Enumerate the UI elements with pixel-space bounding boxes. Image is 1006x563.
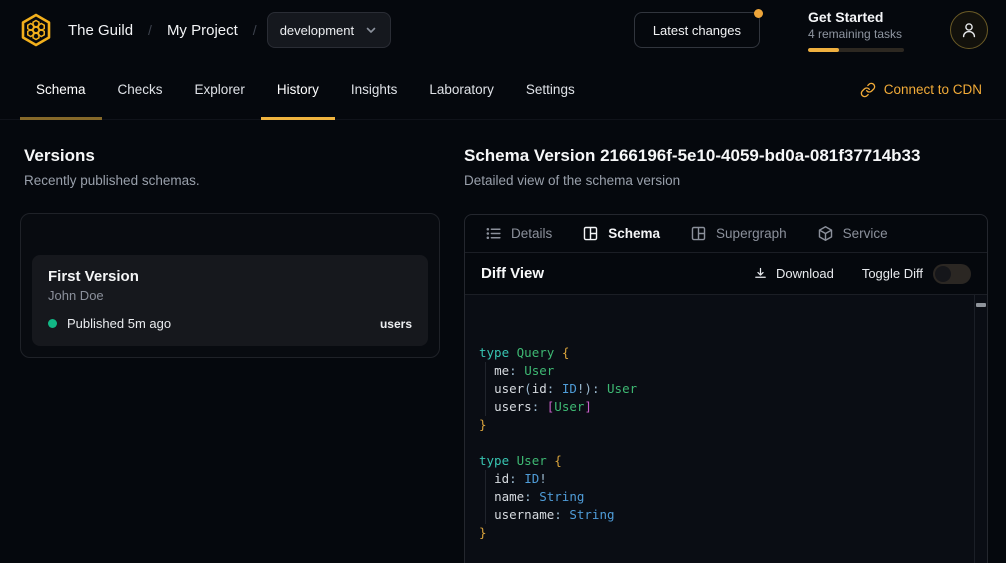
hive-logo-icon[interactable] <box>18 12 54 48</box>
columns-icon <box>582 225 599 242</box>
detail-tab-label: Service <box>843 226 888 241</box>
chevron-down-icon <box>364 23 378 37</box>
connect-to-cdn-label: Connect to CDN <box>884 82 982 97</box>
nav-tab-settings[interactable]: Settings <box>510 60 591 119</box>
diff-toolbar: Diff View Download Toggle Diff <box>465 253 987 295</box>
toggle-knob <box>935 266 951 282</box>
download-label: Download <box>776 266 834 281</box>
version-detail-title: Schema Version 2166196f-5e10-4059-bd0a-0… <box>464 146 988 166</box>
code-block: type Query { me: User user(id: ID!): Use… <box>479 344 957 542</box>
nav-tab-history[interactable]: History <box>261 60 335 119</box>
detail-tab-schema[interactable]: Schema <box>582 225 660 242</box>
target-selector-value: development <box>280 23 354 38</box>
version-status: Published 5m ago <box>67 316 171 331</box>
version-meta-row: Published 5m ago users <box>48 316 412 331</box>
download-icon <box>753 266 768 281</box>
cube-icon <box>817 225 834 242</box>
app-window: The Guild / My Project / development Lat… <box>0 0 1006 563</box>
detail-tab-label: Details <box>511 226 552 241</box>
detail-tab-label: Supergraph <box>716 226 787 241</box>
version-detail-panel: Details Schema <box>464 214 988 563</box>
schema-code-viewer: type Query { me: User user(id: ID!): Use… <box>465 295 987 563</box>
get-started-widget[interactable]: Get Started 4 remaining tasks <box>808 9 904 52</box>
published-status-dot <box>48 319 57 328</box>
get-started-progress-fill <box>808 48 839 52</box>
scrollbar-thumb[interactable] <box>976 303 986 307</box>
versions-subtitle: Recently published schemas. <box>24 173 440 188</box>
version-name: First Version <box>48 268 412 285</box>
toggle-diff-control: Toggle Diff <box>862 264 971 284</box>
breadcrumb-org[interactable]: The Guild <box>68 22 133 39</box>
latest-changes-button[interactable]: Latest changes <box>634 12 760 48</box>
get-started-title: Get Started <box>808 9 904 26</box>
detail-tab-supergraph[interactable]: Supergraph <box>690 225 787 242</box>
version-service-badge: users <box>380 317 412 331</box>
version-author: John Doe <box>48 288 412 303</box>
target-selector-dropdown[interactable]: development <box>267 12 391 48</box>
nav-tabs: Schema Checks Explorer History Insights … <box>20 60 591 119</box>
nav-tab-laboratory[interactable]: Laboratory <box>413 60 510 119</box>
link-icon <box>860 82 876 98</box>
connect-to-cdn-link[interactable]: Connect to CDN <box>860 60 982 119</box>
breadcrumb: The Guild / My Project / <box>68 22 257 39</box>
get-started-progressbar <box>808 48 904 52</box>
toggle-diff-label: Toggle Diff <box>862 266 923 281</box>
diff-view-title: Diff View <box>481 265 544 282</box>
notification-dot <box>754 9 763 18</box>
breadcrumb-project[interactable]: My Project <box>167 22 238 39</box>
download-button[interactable]: Download <box>753 266 834 281</box>
breadcrumb-separator: / <box>148 22 152 38</box>
breadcrumb-separator: / <box>253 22 257 38</box>
nav-tab-schema[interactable]: Schema <box>20 60 102 119</box>
version-detail-section: Schema Version 2166196f-5e10-4059-bd0a-0… <box>464 120 988 563</box>
detail-tabs: Details Schema <box>465 215 987 253</box>
get-started-remaining: 4 remaining tasks <box>808 27 904 42</box>
nav-tab-explorer[interactable]: Explorer <box>179 60 261 119</box>
versions-list-card: First Version John Doe Published 5m ago … <box>20 213 440 358</box>
list-icon <box>485 225 502 242</box>
versions-title: Versions <box>24 146 440 166</box>
version-detail-subtitle: Detailed view of the schema version <box>464 173 988 188</box>
main-nav: Schema Checks Explorer History Insights … <box>0 60 1006 120</box>
versions-section: Versions Recently published schemas. Fir… <box>20 120 440 563</box>
detail-tab-service[interactable]: Service <box>817 225 888 242</box>
latest-changes-label: Latest changes <box>653 23 741 38</box>
toggle-diff-switch[interactable] <box>933 264 971 284</box>
version-list-item[interactable]: First Version John Doe Published 5m ago … <box>32 255 428 346</box>
main-content: Versions Recently published schemas. Fir… <box>0 120 1006 563</box>
columns-icon <box>690 225 707 242</box>
user-avatar-button[interactable] <box>950 11 988 49</box>
nav-tab-checks[interactable]: Checks <box>102 60 179 119</box>
nav-tab-insights[interactable]: Insights <box>335 60 414 119</box>
detail-tab-label: Schema <box>608 226 660 241</box>
header: The Guild / My Project / development Lat… <box>0 0 1006 60</box>
code-scrollbar[interactable] <box>974 295 987 563</box>
person-icon <box>960 21 978 39</box>
detail-tab-details[interactable]: Details <box>485 225 552 242</box>
